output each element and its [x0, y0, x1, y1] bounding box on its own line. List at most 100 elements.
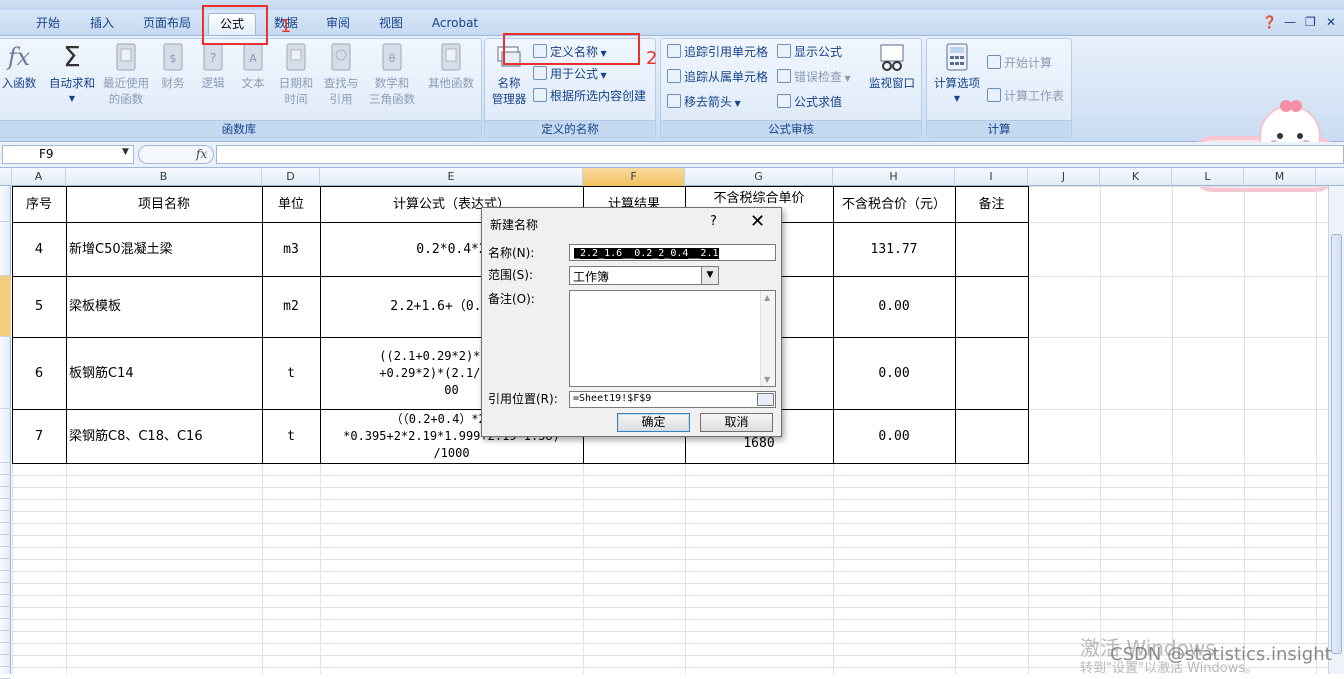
chevron-down-icon[interactable]: ▼ [122, 147, 129, 157]
chevron-up-icon[interactable]: ▲ [764, 293, 770, 302]
table-cell-total[interactable]: 131.77 [833, 222, 955, 276]
row-header[interactable] [0, 487, 11, 499]
table-cell-name[interactable]: 梁钢筋C8、C18、C16 [66, 409, 262, 463]
column-header-d[interactable]: D [262, 168, 320, 186]
close-icon[interactable]: ✕ [750, 211, 765, 232]
tab-view[interactable]: 视图 [371, 13, 411, 35]
name-field[interactable]: _2.2_1.6__0.2_2_0.4__2.1 [569, 244, 776, 261]
table-cell-unit[interactable]: m3 [262, 222, 320, 276]
table-cell-total[interactable]: 0.00 [833, 276, 955, 337]
trace-precedents-button[interactable]: 追踪引用单元格 [667, 42, 768, 62]
column-header-e[interactable]: E [320, 168, 583, 186]
formula-input[interactable] [216, 145, 1344, 164]
vertical-scrollbar[interactable] [1328, 186, 1344, 674]
recent-functions-button[interactable]: 最近使用 的函数 [101, 41, 151, 107]
create-from-selection-button[interactable]: 根据所选内容创建 [533, 86, 646, 106]
close-icon[interactable]: ✕ [1326, 15, 1336, 29]
use-in-formula-button[interactable]: 用于公式 ▼ [533, 64, 607, 84]
comment-textarea[interactable]: ▲ ▼ [569, 290, 776, 387]
row-header[interactable] [0, 643, 11, 655]
tab-home[interactable]: 开始 [28, 13, 68, 35]
date-time-button[interactable]: 日期和 时间 [275, 41, 317, 107]
restore-icon[interactable]: ❐ [1305, 15, 1316, 29]
table-cell-unit[interactable]: m2 [262, 276, 320, 337]
trace-dependents-button[interactable]: 追踪从属单元格 [667, 67, 768, 87]
table-cell-name[interactable]: 新增C50混凝土梁 [66, 222, 262, 276]
chevron-down-icon[interactable]: ▼ [764, 375, 770, 384]
help-icon[interactable]: ❓ [1262, 15, 1277, 29]
cancel-button[interactable]: 取消 [700, 413, 773, 432]
tab-acrobat[interactable]: Acrobat [424, 13, 486, 35]
row-header[interactable] [0, 571, 11, 583]
comment-scrollbar[interactable]: ▲ ▼ [760, 291, 775, 386]
show-formulas-button[interactable]: 显示公式 [777, 42, 842, 62]
column-header-i[interactable]: I [955, 168, 1028, 186]
lookup-reference-button[interactable]: 查找与 引用 [319, 41, 363, 107]
column-header-m[interactable]: M [1244, 168, 1316, 186]
table-cell-no[interactable]: 4 [12, 222, 66, 276]
row-header[interactable] [0, 667, 11, 679]
row-header[interactable] [0, 475, 11, 487]
row-header[interactable] [0, 535, 11, 547]
tab-page-layout[interactable]: 页面布局 [136, 13, 198, 35]
column-header-a[interactable]: A [12, 168, 66, 186]
calculate-sheet-button[interactable]: 计算工作表 [987, 86, 1064, 106]
collapse-dialog-icon[interactable] [757, 393, 774, 406]
scope-select[interactable]: 工作簿 ▼ [569, 266, 719, 285]
row-header[interactable] [0, 547, 11, 559]
row-header[interactable] [0, 655, 11, 667]
row-header[interactable] [0, 511, 11, 523]
table-cell-unit[interactable]: t [262, 409, 320, 463]
insert-function-icon[interactable]: fx [196, 147, 207, 161]
header-cell-note[interactable]: 备注 [955, 186, 1028, 222]
error-checking-button[interactable]: 错误检查 ▼ [777, 67, 851, 87]
row-header[interactable] [0, 607, 11, 619]
chevron-down-icon[interactable]: ▼ [701, 267, 718, 284]
autosum-button[interactable]: Σ 自动求和 ▼ [47, 41, 97, 107]
header-cell-name[interactable]: 项目名称 [66, 186, 262, 222]
refers-to-field[interactable]: =Sheet19!$F$9 [569, 391, 776, 408]
row-header[interactable] [0, 409, 11, 463]
row-header[interactable] [0, 559, 11, 571]
header-cell-no[interactable]: 序号 [12, 186, 66, 222]
row-header[interactable] [0, 222, 11, 276]
row-header[interactable] [0, 631, 11, 643]
column-header-h[interactable]: H [833, 168, 955, 186]
header-cell-total[interactable]: 不含税合价（元） [833, 186, 955, 222]
calculate-now-button[interactable]: 开始计算 [987, 53, 1052, 73]
column-header-l[interactable]: L [1172, 168, 1244, 186]
watch-window-button[interactable]: 监视窗口 [865, 41, 919, 91]
column-header-b[interactable]: B [66, 168, 262, 186]
select-all-corner[interactable] [0, 168, 12, 186]
logical-button[interactable]: ? 逻辑 [195, 41, 231, 91]
column-header-f[interactable]: F [583, 168, 685, 186]
column-header-k[interactable]: K [1100, 168, 1172, 186]
text-button[interactable]: A 文本 [235, 41, 271, 91]
row-header[interactable] [0, 619, 11, 631]
math-trig-button[interactable]: θ 数学和 三角函数 [365, 41, 419, 107]
name-box[interactable]: F9 [2, 145, 134, 164]
table-cell-unit[interactable]: t [262, 337, 320, 409]
table-cell-name[interactable]: 梁板模板 [66, 276, 262, 337]
insert-function-button[interactable]: fx 入函数 [0, 41, 39, 91]
row-header[interactable] [0, 276, 11, 337]
more-functions-button[interactable]: 其他函数 [425, 41, 477, 91]
table-cell-no[interactable]: 5 [12, 276, 66, 337]
row-header[interactable] [0, 186, 11, 222]
scrollbar-thumb[interactable] [1331, 234, 1342, 654]
remove-arrows-button[interactable]: 移去箭头 ▼ [667, 92, 741, 112]
table-cell-name[interactable]: 板钢筋C14 [66, 337, 262, 409]
table-cell-no[interactable]: 7 [12, 409, 66, 463]
tab-review[interactable]: 审阅 [318, 13, 358, 35]
header-cell-unit[interactable]: 单位 [262, 186, 320, 222]
ok-button[interactable]: 确定 [617, 413, 690, 432]
row-header[interactable] [0, 499, 11, 511]
row-header[interactable] [0, 463, 11, 475]
row-header[interactable] [0, 523, 11, 535]
financial-button[interactable]: $ 财务 [155, 41, 191, 91]
row-header[interactable] [0, 337, 11, 409]
calc-options-button[interactable]: 计算选项 ▼ [929, 41, 985, 107]
table-cell-total[interactable]: 0.00 [833, 337, 955, 409]
row-header[interactable] [0, 595, 11, 607]
minimize-icon[interactable]: — [1284, 15, 1296, 29]
